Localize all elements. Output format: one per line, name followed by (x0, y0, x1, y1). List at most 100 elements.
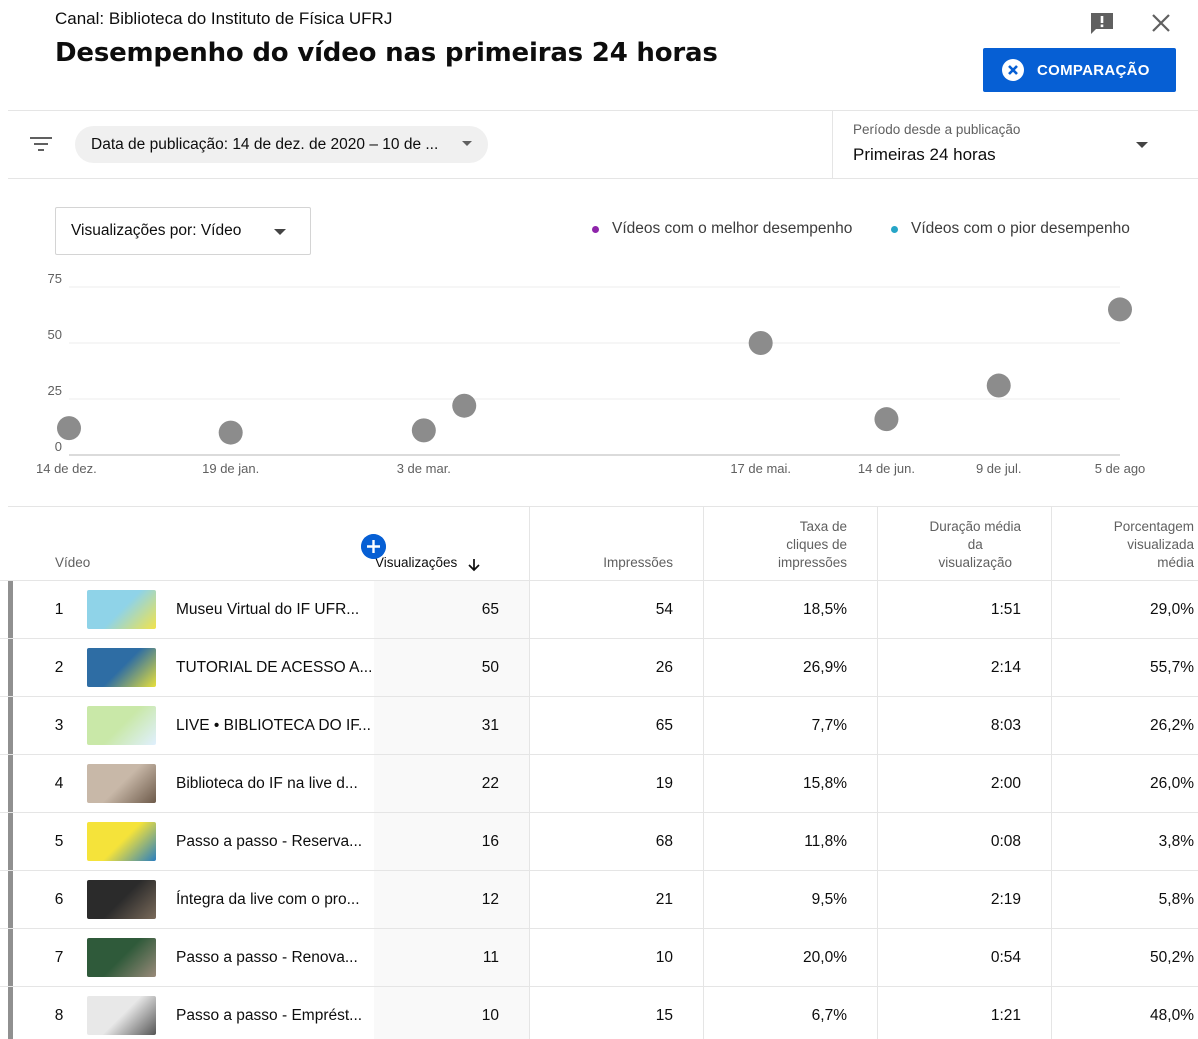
cell-avg-percentage: 29,0% (1150, 601, 1194, 618)
cell-avg-duration: 8:03 (990, 717, 1021, 734)
column-header-ctr[interactable]: Taxa de cliques de impressões (704, 506, 847, 580)
column-header-avg-percentage[interactable]: Porcentagem visualizada média (1052, 506, 1194, 580)
table-row[interactable]: 3 LIVE • BIBLIOTECA DO IF... 31 65 7,7% 8:03 2… (0, 696, 1198, 755)
cell-views: 16 (481, 833, 499, 850)
video-title[interactable]: Passo a passo - Renova... (176, 929, 358, 987)
table-row[interactable]: 6 Íntegra da live com o pro... 12 21 9,5% 2:1… (0, 870, 1198, 929)
video-title[interactable]: Passo a passo - Emprést... (176, 987, 362, 1039)
publish-date-filter-chip[interactable]: Data de publicação: 14 de dez. de 2020 –… (75, 126, 488, 163)
video-thumbnail[interactable] (87, 938, 156, 977)
video-thumbnail[interactable] (87, 648, 156, 687)
compare-button[interactable]: COMPARAÇÃO (983, 48, 1176, 92)
column-header-impressions[interactable]: Impressões (530, 506, 673, 580)
video-thumbnail[interactable] (87, 590, 156, 629)
video-title[interactable]: Museu Virtual do IF UFR... (176, 581, 359, 639)
cell-avg-percentage: 55,7% (1150, 659, 1194, 676)
add-column-button[interactable] (361, 534, 386, 559)
x-tick-label: 9 de jul. (976, 461, 1022, 476)
cell-views: 31 (481, 717, 499, 734)
table-row[interactable]: 4 Biblioteca do IF na live d... 22 19 15,8% 2… (0, 754, 1198, 813)
row-rank: 8 (54, 1007, 64, 1024)
cell-impressions: 26 (655, 659, 673, 676)
table-row[interactable]: 5 Passo a passo - Reserva... 16 68 11,8% 0:08… (0, 812, 1198, 871)
cell-avg-percentage: 5,8% (1158, 891, 1194, 908)
video-title[interactable]: LIVE • BIBLIOTECA DO IF... (176, 697, 371, 755)
close-icon[interactable] (1148, 10, 1174, 36)
cell-avg-percentage: 26,0% (1150, 775, 1194, 792)
scatter-point[interactable] (874, 407, 899, 432)
chevron-down-icon (1136, 142, 1148, 148)
legend-best: Vídeos com o melhor desempenho (592, 220, 852, 238)
video-title[interactable]: Passo a passo - Reserva... (176, 813, 362, 871)
row-marker (8, 813, 13, 870)
x-tick-label: 5 de ago (1095, 461, 1146, 476)
video-title[interactable]: TUTORIAL DE ACESSO A... (176, 639, 372, 697)
cell-ctr: 6,7% (811, 1007, 847, 1024)
table-row[interactable]: 8 Passo a passo - Emprést... 10 15 6,7% 1:21 4… (0, 986, 1198, 1039)
cell-views: 10 (481, 1007, 499, 1024)
scatter-point[interactable] (57, 416, 81, 441)
cell-ctr: 18,5% (803, 601, 847, 618)
column-header-label: Taxa de cliques de impressões (777, 519, 847, 570)
x-tick-label: 17 de mai. (730, 461, 791, 476)
feedback-icon[interactable] (1089, 11, 1115, 35)
cell-ctr: 11,8% (804, 833, 847, 850)
chevron-down-icon (274, 229, 286, 235)
scatter-point[interactable] (218, 420, 243, 445)
views-by-dropdown[interactable]: Visualizações por: Vídeo (55, 207, 311, 255)
video-thumbnail[interactable] (87, 764, 156, 803)
column-header-label: Duração média da visualização (929, 519, 1021, 570)
scatter-point[interactable] (411, 418, 436, 443)
cell-views: 11 (482, 949, 499, 966)
cell-avg-duration: 1:51 (990, 601, 1021, 618)
cell-ctr: 15,8% (803, 775, 847, 792)
video-thumbnail[interactable] (87, 996, 156, 1035)
row-marker (8, 987, 13, 1039)
legend-dot (891, 225, 898, 233)
cell-ctr: 26,9% (803, 659, 847, 676)
table-row[interactable]: 7 Passo a passo - Renova... 11 10 20,0% 0:54 5… (0, 928, 1198, 987)
cell-impressions: 15 (655, 1007, 673, 1024)
table-row[interactable]: 1 Museu Virtual do IF UFR... 65 54 18,5% 1:51… (0, 580, 1198, 639)
row-marker (8, 929, 13, 986)
cell-views: 22 (481, 775, 499, 792)
row-rank: 1 (54, 601, 64, 618)
cell-avg-duration: 2:00 (990, 775, 1021, 792)
column-header-video: Vídeo (55, 506, 255, 580)
row-rank: 6 (54, 891, 64, 908)
scatter-point[interactable] (748, 331, 773, 355)
cell-avg-percentage: 48,0% (1150, 1007, 1194, 1024)
scatter-point[interactable] (1108, 297, 1132, 322)
video-thumbnail[interactable] (87, 880, 156, 919)
row-rank: 2 (54, 659, 64, 676)
scatter-point[interactable] (986, 373, 1011, 398)
video-title[interactable]: Biblioteca do IF na live d... (176, 755, 358, 813)
arrow-down-icon (468, 559, 480, 572)
cell-avg-percentage: 3,8% (1158, 833, 1194, 850)
scatter-point[interactable] (452, 393, 477, 418)
column-header-label: Impressões (603, 555, 673, 570)
video-title[interactable]: Íntegra da live com o pro... (176, 871, 360, 929)
cell-impressions: 68 (655, 833, 673, 850)
cell-avg-percentage: 50,2% (1150, 949, 1194, 966)
filter-icon[interactable] (29, 134, 53, 154)
row-marker (8, 581, 13, 638)
cell-avg-duration: 2:14 (990, 659, 1021, 676)
row-rank: 7 (54, 949, 64, 966)
video-thumbnail[interactable] (87, 706, 156, 745)
column-header-views[interactable]: Visualizações (375, 506, 525, 580)
views-by-label: Visualizações por: Vídeo (71, 222, 242, 239)
cell-avg-duration: 1:21 (990, 1007, 1021, 1024)
y-tick-label: 0 (55, 439, 62, 454)
y-tick-label: 50 (48, 327, 62, 342)
chevron-down-icon (462, 141, 472, 146)
table-row[interactable]: 2 TUTORIAL DE ACESSO A... 50 26 26,9% 2:14 55,… (0, 638, 1198, 697)
cell-views: 50 (481, 659, 499, 676)
column-header-avg-duration[interactable]: Duração média da visualização (878, 506, 1021, 580)
row-marker (8, 755, 13, 812)
video-thumbnail[interactable] (87, 822, 156, 861)
channel-name: Canal: Biblioteca do Instituto de Física… (55, 9, 393, 28)
cell-impressions: 19 (655, 775, 673, 792)
cell-avg-duration: 2:19 (990, 891, 1021, 908)
period-label: Período desde a publicação (853, 122, 1021, 137)
